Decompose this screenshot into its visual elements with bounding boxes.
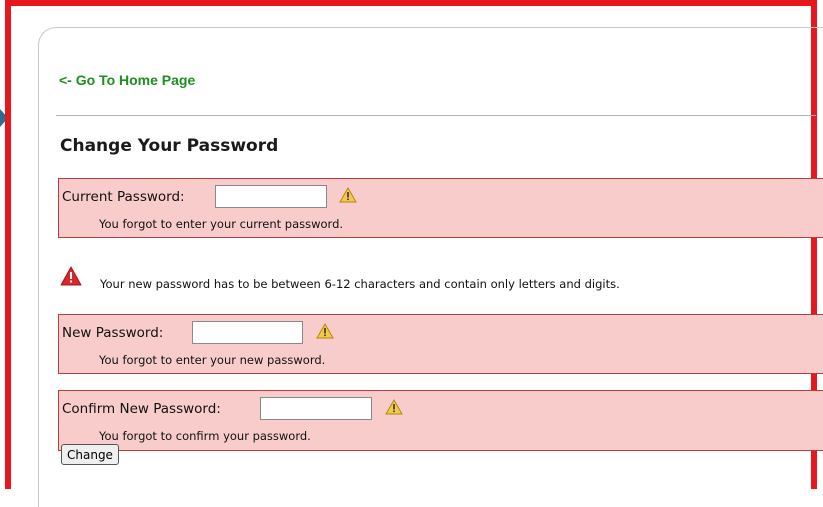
page-title: Change Your Password (60, 136, 279, 156)
home-link[interactable]: <- Go To Home Page (59, 72, 195, 88)
current-password-label: Current Password: (62, 189, 185, 205)
divider (56, 115, 816, 116)
confirm-password-input[interactable] (260, 397, 372, 420)
confirm-password-label: Confirm New Password: (62, 401, 221, 417)
confirm-password-error: You forgot to confirm your password. (99, 429, 311, 443)
change-button[interactable]: Change (61, 444, 119, 465)
password-rule-text: Your new password has to be between 6-12… (100, 277, 620, 291)
new-password-input[interactable] (192, 321, 303, 344)
warning-triangle-icon (339, 187, 357, 203)
new-password-label: New Password: (62, 325, 164, 341)
current-password-error: You forgot to enter your current passwor… (99, 217, 344, 231)
alert-triangle-icon (60, 266, 82, 286)
new-password-error: You forgot to enter your new password. (99, 353, 326, 367)
warning-triangle-icon (316, 323, 334, 339)
warning-triangle-icon (385, 399, 403, 415)
current-password-input[interactable] (215, 185, 327, 208)
current-password-error-box: Current Password: You forgot to enter yo… (58, 178, 823, 238)
confirm-password-error-box: Confirm New Password: You forgot to conf… (58, 390, 823, 451)
new-password-error-box: New Password: You forgot to enter your n… (58, 314, 823, 374)
